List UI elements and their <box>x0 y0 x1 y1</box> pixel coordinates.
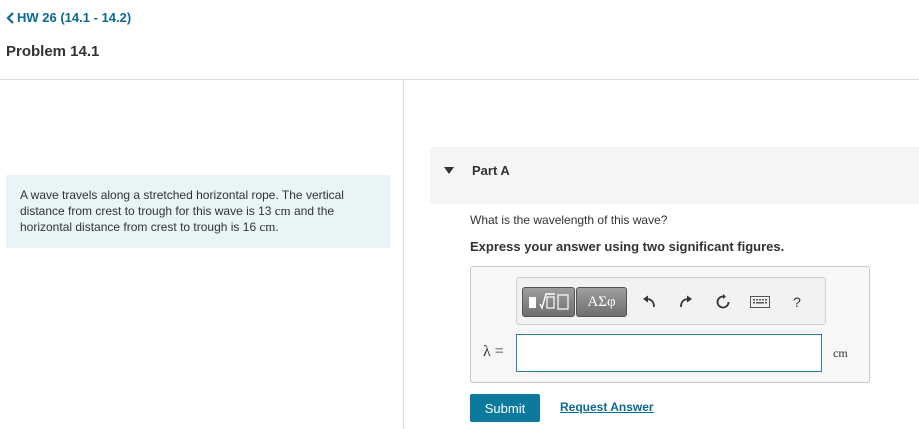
instruction-text: Express your answer using two significan… <box>470 239 785 254</box>
answer-panel: ΑΣφ ? λ = cm <box>470 266 870 383</box>
submit-button[interactable]: Submit <box>470 394 540 422</box>
caret-down-icon[interactable] <box>444 167 454 174</box>
header-divider <box>0 79 919 80</box>
templates-button[interactable] <box>522 287 575 317</box>
part-a-header[interactable]: Part A <box>430 147 919 204</box>
problem-text-3: . <box>275 220 279 234</box>
back-link-label: HW 26 (14.1 - 14.2) <box>17 10 132 25</box>
question-text: What is the wavelength of this wave? <box>470 213 668 227</box>
problem-statement: A wave travels along a stretched horizon… <box>6 175 390 248</box>
reset-icon[interactable] <box>713 292 733 312</box>
greek-symbols-button[interactable]: ΑΣφ <box>576 287 627 317</box>
problem-unit-2: cm <box>259 219 276 234</box>
column-divider <box>403 80 404 429</box>
problem-unit-1: cm <box>274 203 291 218</box>
math-toolbar: ΑΣφ ? <box>516 277 826 325</box>
problem-title: Problem 14.1 <box>6 43 100 60</box>
undo-icon[interactable] <box>639 292 659 312</box>
answer-input[interactable] <box>516 334 822 372</box>
chevron-left-icon <box>6 11 14 24</box>
templates-icon <box>528 293 569 310</box>
redo-icon[interactable] <box>676 292 696 312</box>
request-answer-link[interactable]: Request Answer <box>560 400 654 414</box>
keyboard-icon[interactable] <box>748 292 772 312</box>
help-icon[interactable]: ? <box>787 292 807 312</box>
answer-unit: cm <box>833 346 848 360</box>
part-label: Part A <box>472 163 510 178</box>
variable-label: λ = <box>483 343 504 360</box>
back-to-assignment-link[interactable]: HW 26 (14.1 - 14.2) <box>6 10 131 25</box>
